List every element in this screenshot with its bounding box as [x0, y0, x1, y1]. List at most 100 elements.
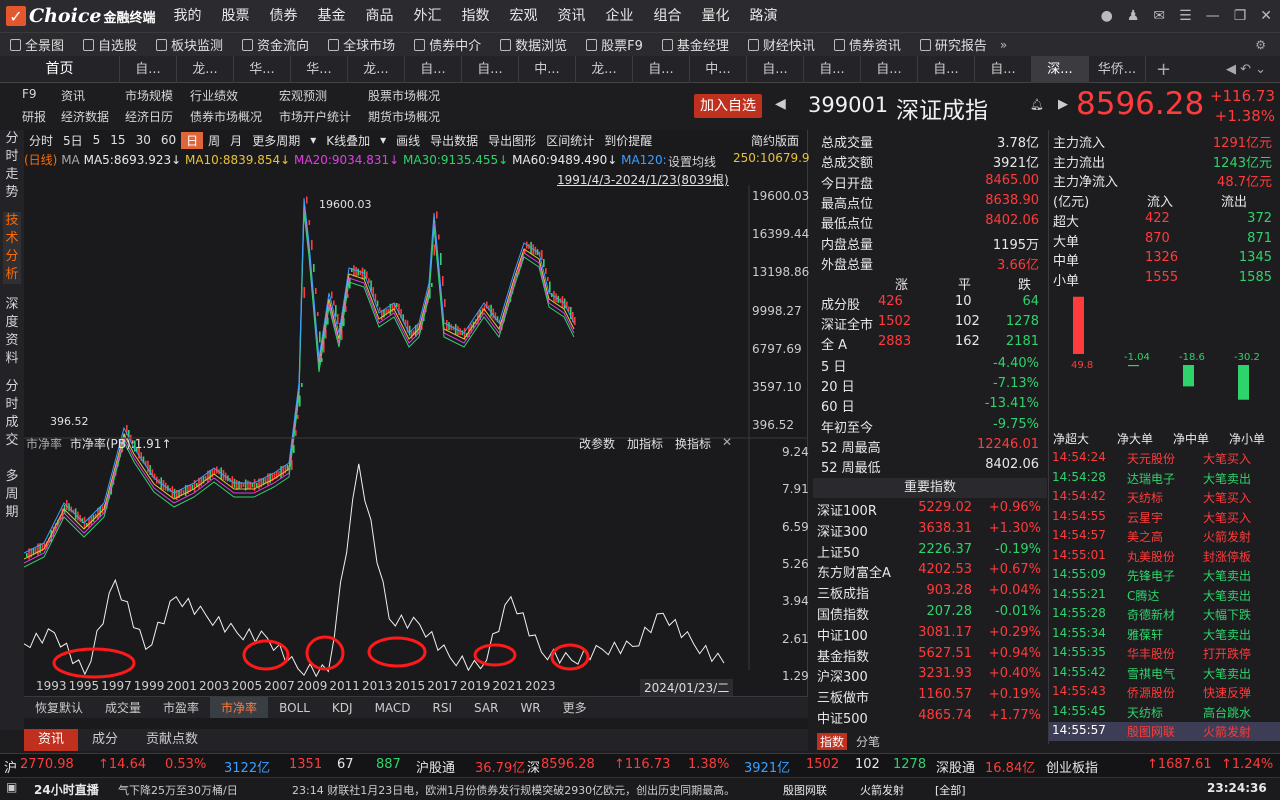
- trade-stock[interactable]: C腾达: [1127, 587, 1159, 604]
- chart-tool-4[interactable]: 到价提醒: [599, 132, 657, 149]
- tab-16[interactable]: 深...: [1032, 55, 1089, 83]
- toolbar-item-6[interactable]: 数据浏览: [490, 35, 576, 54]
- period-1[interactable]: 5日: [58, 132, 88, 149]
- tab-14[interactable]: 自...: [918, 55, 975, 83]
- chart-tool-0[interactable]: 画线: [391, 132, 425, 149]
- pb-btn-2[interactable]: 换指标: [675, 437, 711, 451]
- sublink-0[interactable]: F9: [22, 87, 37, 101]
- menu-item-4[interactable]: 商品: [356, 0, 404, 32]
- menu-item-2[interactable]: 债券: [260, 0, 308, 32]
- splitter[interactable]: [24, 718, 808, 729]
- index-name[interactable]: 三板成指: [817, 583, 869, 602]
- indicator-tab-0[interactable]: 恢复默认: [24, 697, 94, 719]
- trade-stock[interactable]: 达瑞电子: [1127, 470, 1175, 487]
- trade-stock[interactable]: 侨源股份: [1127, 684, 1175, 701]
- toolbar-item-7[interactable]: 股票F9: [576, 35, 652, 54]
- tab-7[interactable]: 中...: [519, 55, 576, 83]
- tab-5[interactable]: 自...: [405, 55, 462, 83]
- sublink-5[interactable]: 股票市场概况: [368, 87, 440, 104]
- trade-stock[interactable]: 华丰股份: [1127, 645, 1175, 662]
- tab-9[interactable]: 自...: [633, 55, 690, 83]
- period-0[interactable]: 分时: [24, 132, 58, 149]
- leftnav-4[interactable]: 多周期: [3, 468, 21, 522]
- tab-3[interactable]: 华...: [291, 55, 348, 83]
- net-tab-1[interactable]: 净大单: [1117, 430, 1153, 447]
- kline-overlay[interactable]: K线叠加: [321, 132, 375, 149]
- chat-icon[interactable]: ●: [1101, 8, 1113, 24]
- trade-stock[interactable]: 天纺标: [1127, 704, 1163, 721]
- maximize-icon[interactable]: ❐: [1234, 8, 1247, 24]
- indicator-tab-8[interactable]: SAR: [463, 697, 509, 719]
- indicator-tab-5[interactable]: KDJ: [321, 697, 364, 719]
- menu-item-1[interactable]: 股票: [212, 0, 260, 32]
- sublink-r2-2[interactable]: 经济日历: [125, 108, 173, 125]
- next-arrow-icon[interactable]: ▶: [1058, 97, 1068, 112]
- toolbar-item-11[interactable]: 研究报告: [910, 35, 996, 54]
- chart-tool-3[interactable]: 区间统计: [541, 132, 599, 149]
- tab-4[interactable]: 龙...: [348, 55, 405, 83]
- index-name[interactable]: 上证50: [817, 542, 860, 561]
- more-period-caret-icon[interactable]: ▾: [305, 133, 321, 147]
- close-icon[interactable]: ✕: [1260, 8, 1272, 24]
- toolbar-item-4[interactable]: 全球市场: [318, 35, 404, 54]
- index-name[interactable]: 沪深300: [817, 666, 868, 685]
- sublink-r2-4[interactable]: 市场开户统计: [279, 108, 351, 125]
- tab-2[interactable]: 华...: [234, 55, 291, 83]
- toolbar-item-9[interactable]: 财经快讯: [738, 35, 824, 54]
- settings-gear-icon[interactable]: ⚙: [1255, 38, 1266, 52]
- toolbar-item-0[interactable]: 全景图: [0, 35, 73, 54]
- toolbar-item-3[interactable]: 资金流向: [232, 35, 318, 54]
- trade-stock[interactable]: 奇德新材: [1127, 606, 1175, 623]
- sublink-r2-1[interactable]: 经济数据: [61, 108, 109, 125]
- sublink-2[interactable]: 市场规模: [125, 87, 173, 104]
- period-2[interactable]: 5: [88, 133, 106, 147]
- indicator-tab-2[interactable]: 市盈率: [152, 697, 210, 719]
- add-favorite-button[interactable]: 加入自选: [694, 94, 762, 118]
- info-tab-1[interactable]: 成分: [78, 729, 132, 751]
- info-tab-2[interactable]: 贡献点数: [132, 729, 212, 751]
- sublink-3[interactable]: 行业绩效: [190, 87, 238, 104]
- index-name[interactable]: 中证500: [817, 708, 868, 727]
- tab-1[interactable]: 龙...: [177, 55, 234, 83]
- period-3[interactable]: 15: [105, 133, 130, 147]
- tab-6[interactable]: 自...: [462, 55, 519, 83]
- trade-stock[interactable]: 雪祺电气: [1127, 665, 1175, 682]
- toolbar-item-5[interactable]: 债券中介: [404, 35, 490, 54]
- menu-item-6[interactable]: 指数: [452, 0, 500, 32]
- tab-11[interactable]: 自...: [747, 55, 804, 83]
- trade-stock[interactable]: 先锋电子: [1127, 567, 1175, 584]
- menu-item-3[interactable]: 基金: [308, 0, 356, 32]
- tab-nav-icons[interactable]: ◀ ↶ ⌄: [1226, 62, 1266, 77]
- more-period[interactable]: 更多周期: [247, 132, 305, 149]
- toolbar-item-10[interactable]: 债券资讯: [824, 35, 910, 54]
- tab-home[interactable]: 首页: [0, 55, 120, 83]
- sublink-r2-5[interactable]: 期货市场概况: [368, 108, 440, 125]
- trade-stock[interactable]: 天元股份: [1127, 450, 1175, 467]
- period-6[interactable]: 日: [181, 131, 204, 149]
- leftnav-0[interactable]: 分时走势: [3, 130, 21, 202]
- menu-item-8[interactable]: 资讯: [548, 0, 596, 32]
- pb-btn-0[interactable]: 改参数: [579, 437, 615, 451]
- menu-icon[interactable]: ☰: [1179, 8, 1192, 24]
- tab-0[interactable]: 自...: [120, 55, 177, 83]
- indicator-tab-4[interactable]: BOLL: [268, 697, 321, 719]
- leftnav-3[interactable]: 分时成交: [3, 378, 21, 450]
- indicator-tab-3[interactable]: 市净率: [210, 696, 269, 719]
- menu-item-10[interactable]: 组合: [644, 0, 692, 32]
- sublink-1[interactable]: 资讯: [61, 87, 85, 104]
- toolbar-item-8[interactable]: 基金经理: [652, 35, 738, 54]
- toolbar-item-1[interactable]: 自选股: [73, 35, 146, 54]
- index-name[interactable]: 基金指数: [817, 646, 869, 665]
- tab-13[interactable]: 自...: [861, 55, 918, 83]
- news-text[interactable]: 23:14 财联社1月23日电，欧洲1月份债券发行规模突破2930亿欧元，创出历…: [292, 782, 735, 798]
- net-tab-2[interactable]: 净中单: [1173, 430, 1209, 447]
- live-label[interactable]: 24小时直播: [34, 781, 99, 798]
- alert-filter[interactable]: [全部]: [935, 782, 966, 798]
- index-name[interactable]: 深证100R: [817, 500, 877, 519]
- more-chevron-icon[interactable]: »: [1000, 38, 1007, 52]
- leftnav-2[interactable]: 深度资料: [3, 296, 21, 368]
- sublink-4[interactable]: 宏观预测: [279, 87, 327, 104]
- prev-arrow-icon[interactable]: ◀: [775, 96, 786, 112]
- sublink-r2-3[interactable]: 债券市场概况: [190, 108, 262, 125]
- index-name[interactable]: 国债指数: [817, 604, 869, 623]
